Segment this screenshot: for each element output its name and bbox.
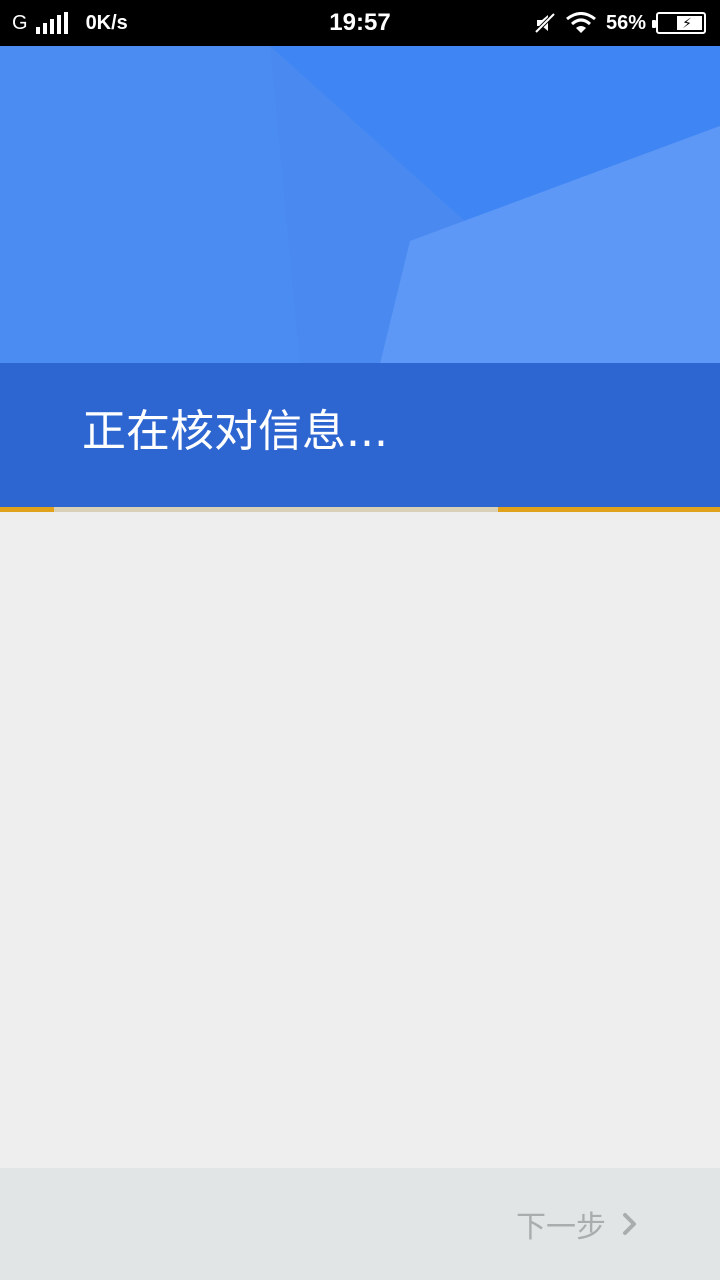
next-button[interactable]: 下一步 [516,1168,640,1280]
wifi-icon [566,12,596,33]
content-area [0,512,720,1168]
status-right: 56% ⚡ [534,0,706,46]
page-title: 正在核对信息... [82,406,388,457]
mute-icon [534,12,556,34]
title-band: 正在核对信息... [0,363,720,507]
next-button-label: 下一步 [516,1210,606,1245]
battery-percent: 56% [605,11,646,34]
footer-bar: 下一步 [0,1168,720,1280]
battery-charging-icon: ⚡ [652,12,706,34]
status-bar: G 0K/s 19:57 56% ⚡ [0,0,720,46]
header-decoration [0,46,720,364]
chevron-right-icon [623,1213,636,1235]
header-background [0,46,720,364]
